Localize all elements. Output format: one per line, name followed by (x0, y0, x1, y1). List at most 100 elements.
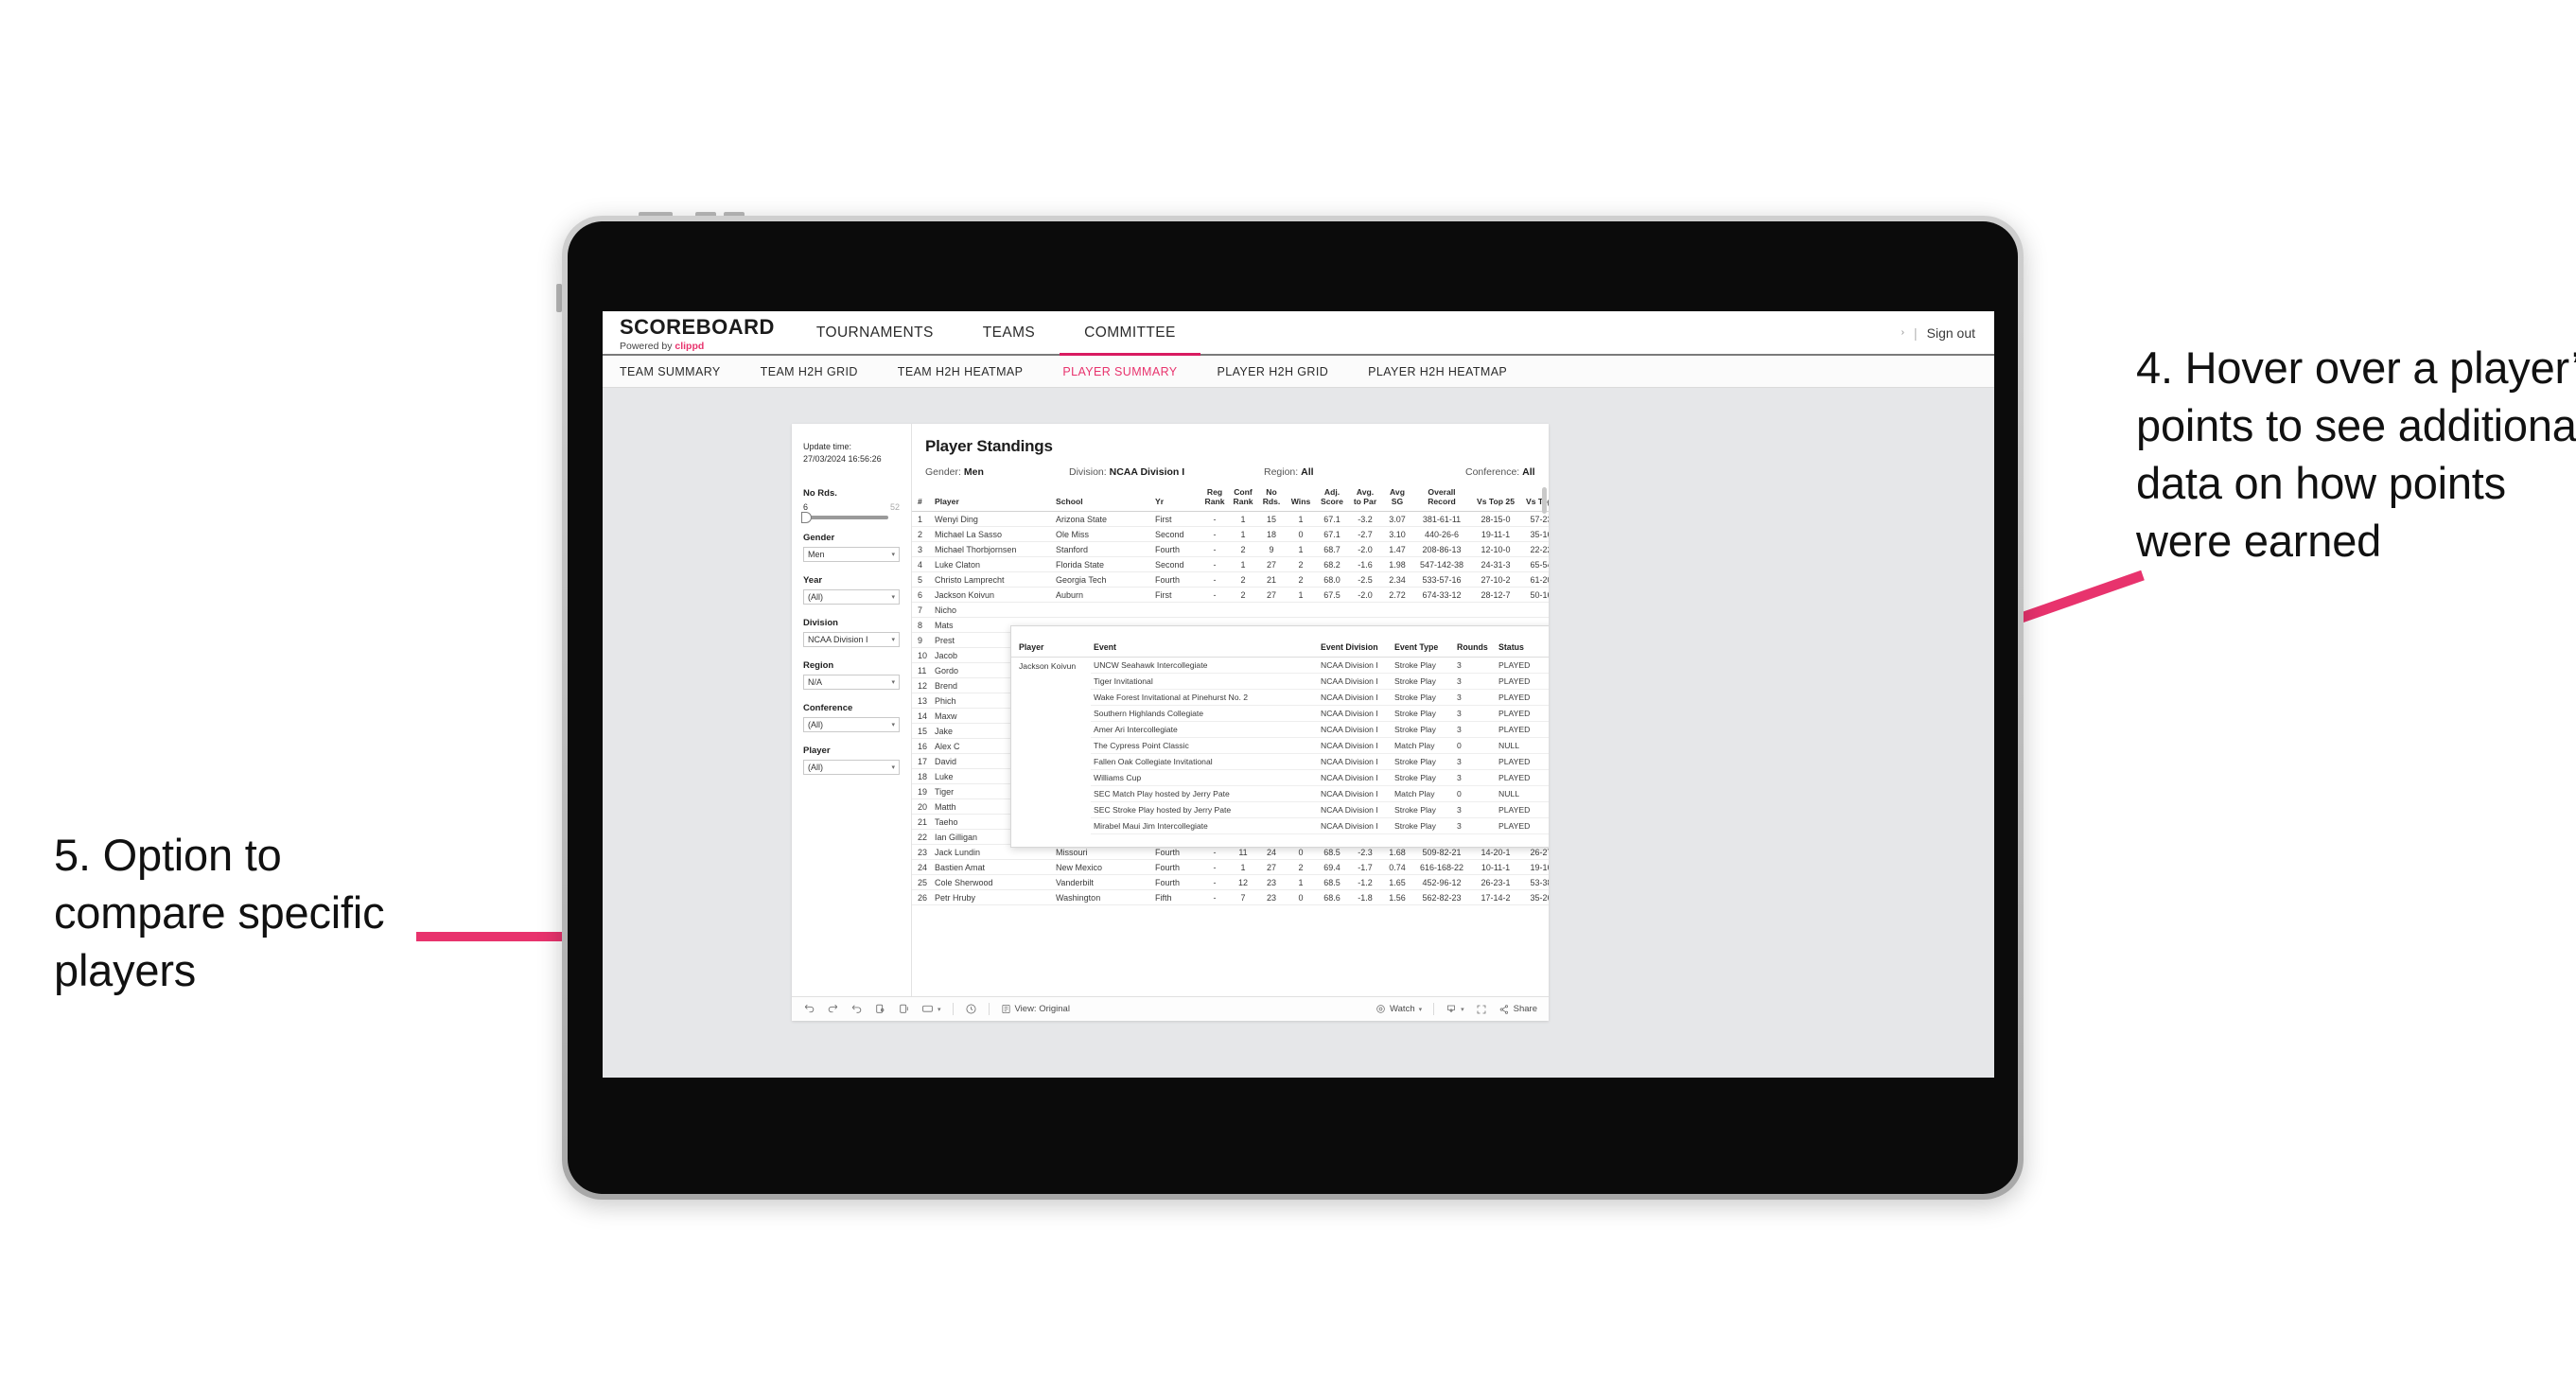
filter-region-select[interactable]: N/A ▾ (803, 675, 900, 691)
brand-logo[interactable]: SCOREBOARD Powered by clippd (603, 311, 792, 354)
brand-name: SCOREBOARD (620, 314, 775, 339)
cell-3: Second (1153, 556, 1200, 573)
table-row[interactable]: 5 Christo Lamprecht Georgia Tech Fourth -2 21… (912, 571, 1549, 588)
col-header-10[interactable]: Avg SG (1382, 485, 1412, 513)
sub-tab-player-h2h-grid[interactable]: PLAYER H2H GRID (1218, 365, 1348, 378)
col-header-7[interactable]: Wins (1286, 485, 1316, 513)
col-header-0[interactable]: # (912, 485, 933, 513)
filter-gender-select[interactable]: Men ▾ (803, 547, 900, 563)
cell-4: - (1200, 511, 1229, 528)
player-standings-table-wrapper[interactable]: # Player School Yr Reg Rank Conf Rank No Rds. Wins… (912, 485, 1549, 996)
tooltip-cell-3: 3 (1454, 769, 1496, 787)
tooltip-cell-3: 3 (1454, 817, 1496, 835)
nav-right-group: › | Sign out (1901, 311, 1994, 354)
fullscreen-icon[interactable] (1476, 1004, 1487, 1015)
table-row[interactable]: 7 Nicho (912, 602, 1549, 619)
sub-tab-player-h2h-heatmap[interactable]: PLAYER H2H HEATMAP (1368, 365, 1526, 378)
col-header-4[interactable]: Reg Rank (1200, 485, 1229, 513)
table-row[interactable]: 24 Bastien Amat New Mexico Fourth -1 27 2 69.4-… (912, 859, 1549, 876)
col-header-12[interactable]: Vs Top 25 (1471, 485, 1520, 513)
sub-tab-team-summary[interactable]: TEAM SUMMARY (620, 365, 740, 378)
device-layout-caret: ▾ (938, 1006, 941, 1013)
cell-9: -1.6 (1348, 556, 1382, 573)
cell-1: Nicho (933, 602, 1054, 619)
sub-tab-team-h2h-grid[interactable]: TEAM H2H GRID (761, 365, 877, 378)
nav-tab-tournaments[interactable]: TOURNAMENTS (792, 311, 958, 354)
filter-division-label: Division (803, 618, 838, 629)
filter-year-select[interactable]: (All) ▾ (803, 589, 900, 605)
col-header-1[interactable]: Player (933, 485, 1054, 513)
table-row[interactable]: 2 Michael La Sasso Ole Miss Second -1 18 0 67.1… (912, 526, 1549, 543)
col-header-6[interactable]: No Rds. (1257, 485, 1286, 513)
sign-out-button[interactable]: Sign out (1927, 325, 1975, 341)
table-header: # Player School Yr Reg Rank Conf Rank No Rds. Wins… (912, 485, 1549, 513)
cell-13: 35-26-4 (1520, 889, 1549, 906)
meta-division-value: NCAA Division I (1109, 466, 1185, 478)
table-row[interactable]: 25 Cole Sherwood Vanderbilt Fourth -12 23 1 68.… (912, 874, 1549, 891)
sub-tab-team-h2h-heatmap[interactable]: TEAM H2H HEATMAP (898, 365, 1043, 378)
table-row[interactable]: 26 Petr Hruby Washington Fifth -7 23 0 68.6 -1.8… (912, 889, 1549, 906)
tooltip-cell-4: NULL (1496, 785, 1549, 803)
tooltip-header: Player Event Event Division Event Type Round… (1011, 626, 1549, 658)
cell-0: 2 (912, 526, 933, 543)
slider-handle[interactable] (801, 512, 812, 524)
slider-track[interactable] (801, 512, 888, 524)
cell-5: 2 (1229, 571, 1257, 588)
redo-icon[interactable] (827, 1003, 839, 1015)
watch-label: Watch (1390, 1004, 1415, 1014)
col-header-5[interactable]: Conf Rank (1229, 485, 1257, 513)
tooltip-row: Fallen Oak Collegiate Invitational NCAA D… (1011, 753, 1549, 771)
table-row[interactable]: 1 Wenyi Ding Arizona State First -1 15 1 67.1 -3… (912, 511, 1549, 528)
cell-1: Jackson Koivun (933, 587, 1054, 604)
nav-tab-committee[interactable]: COMMITTEE (1060, 311, 1200, 356)
clock-icon[interactable] (965, 1003, 977, 1015)
table-row[interactable]: 3 Michael Thorbjornsen Stanford Fourth -2 9 1 6… (912, 541, 1549, 558)
filter-player-select[interactable]: (All) ▾ (803, 760, 900, 776)
chevron-down-icon: ▾ (891, 764, 895, 772)
cell-11: 547-142-38 (1412, 556, 1471, 573)
cell-3: Second (1153, 526, 1200, 543)
cell-4: - (1200, 587, 1229, 604)
cell-12: 17-14-2 (1471, 889, 1520, 906)
download-button[interactable]: ▾ (1446, 1004, 1464, 1015)
col-header-3[interactable]: Yr (1153, 485, 1200, 513)
watch-button[interactable]: Watch ▾ (1376, 1004, 1422, 1014)
update-time-value: 27/03/2024 16:56:26 (803, 454, 882, 465)
refresh-icon[interactable] (874, 1003, 886, 1015)
tooltip-cell-0: Tiger Invitational (1091, 673, 1318, 691)
revert-icon[interactable] (850, 1003, 863, 1015)
tooltip-cell-2: Stroke Play (1392, 689, 1454, 707)
tooltip-cell-3: 0 (1454, 737, 1496, 755)
tooltip-cell-0: Southern Highlands Collegiate (1091, 705, 1318, 723)
filter-player-value: (All) (808, 763, 823, 773)
cell-4: - (1200, 556, 1229, 573)
filter-gender-label: Gender (803, 533, 835, 544)
cell-5: 7 (1229, 889, 1257, 906)
top-navigation-bar: SCOREBOARD Powered by clippd TOURNAMENTS… (603, 311, 1994, 356)
table-scrollbar[interactable] (1542, 487, 1547, 514)
filter-no-rounds-label: No Rds. (803, 488, 837, 500)
table-row[interactable]: 6 Jackson Koivun Auburn First -2 27 1 67.5 -2.0 2… (912, 587, 1549, 604)
undo-icon[interactable] (803, 1003, 815, 1015)
col-header-8[interactable]: Adj. Score (1316, 485, 1348, 513)
cell-0: 8 (912, 617, 933, 634)
cell-0: 11 (912, 662, 933, 679)
view-original-button[interactable]: View: Original (1001, 1004, 1070, 1014)
col-header-11[interactable]: Overall Record (1412, 485, 1471, 513)
table-row[interactable]: 4 Luke Claton Florida State Second -1 27 2 68.2… (912, 556, 1549, 573)
nav-tab-teams-label: TEAMS (982, 324, 1036, 341)
nav-tab-teams[interactable]: TEAMS (958, 311, 1060, 354)
pause-icon[interactable] (898, 1003, 910, 1015)
sub-tab-player-summary[interactable]: PLAYER SUMMARY (1062, 365, 1196, 378)
filter-division-select[interactable]: NCAA Division I ▾ (803, 632, 900, 648)
device-layout-icon[interactable]: ▾ (921, 1004, 941, 1014)
chevron-right-icon[interactable]: › (1901, 327, 1904, 338)
title-area: Player Standings Gender: Men Division: N… (912, 424, 1549, 485)
share-button[interactable]: Share (1498, 1004, 1537, 1015)
filter-conference-select[interactable]: (All) ▾ (803, 717, 900, 733)
col-header-2[interactable]: School (1054, 485, 1153, 513)
cell-13: 65-54-6 (1520, 556, 1549, 573)
cell-7: 1 (1286, 587, 1316, 604)
col-header-9[interactable]: Avg. to Par (1348, 485, 1382, 513)
cell-7 (1286, 602, 1316, 619)
